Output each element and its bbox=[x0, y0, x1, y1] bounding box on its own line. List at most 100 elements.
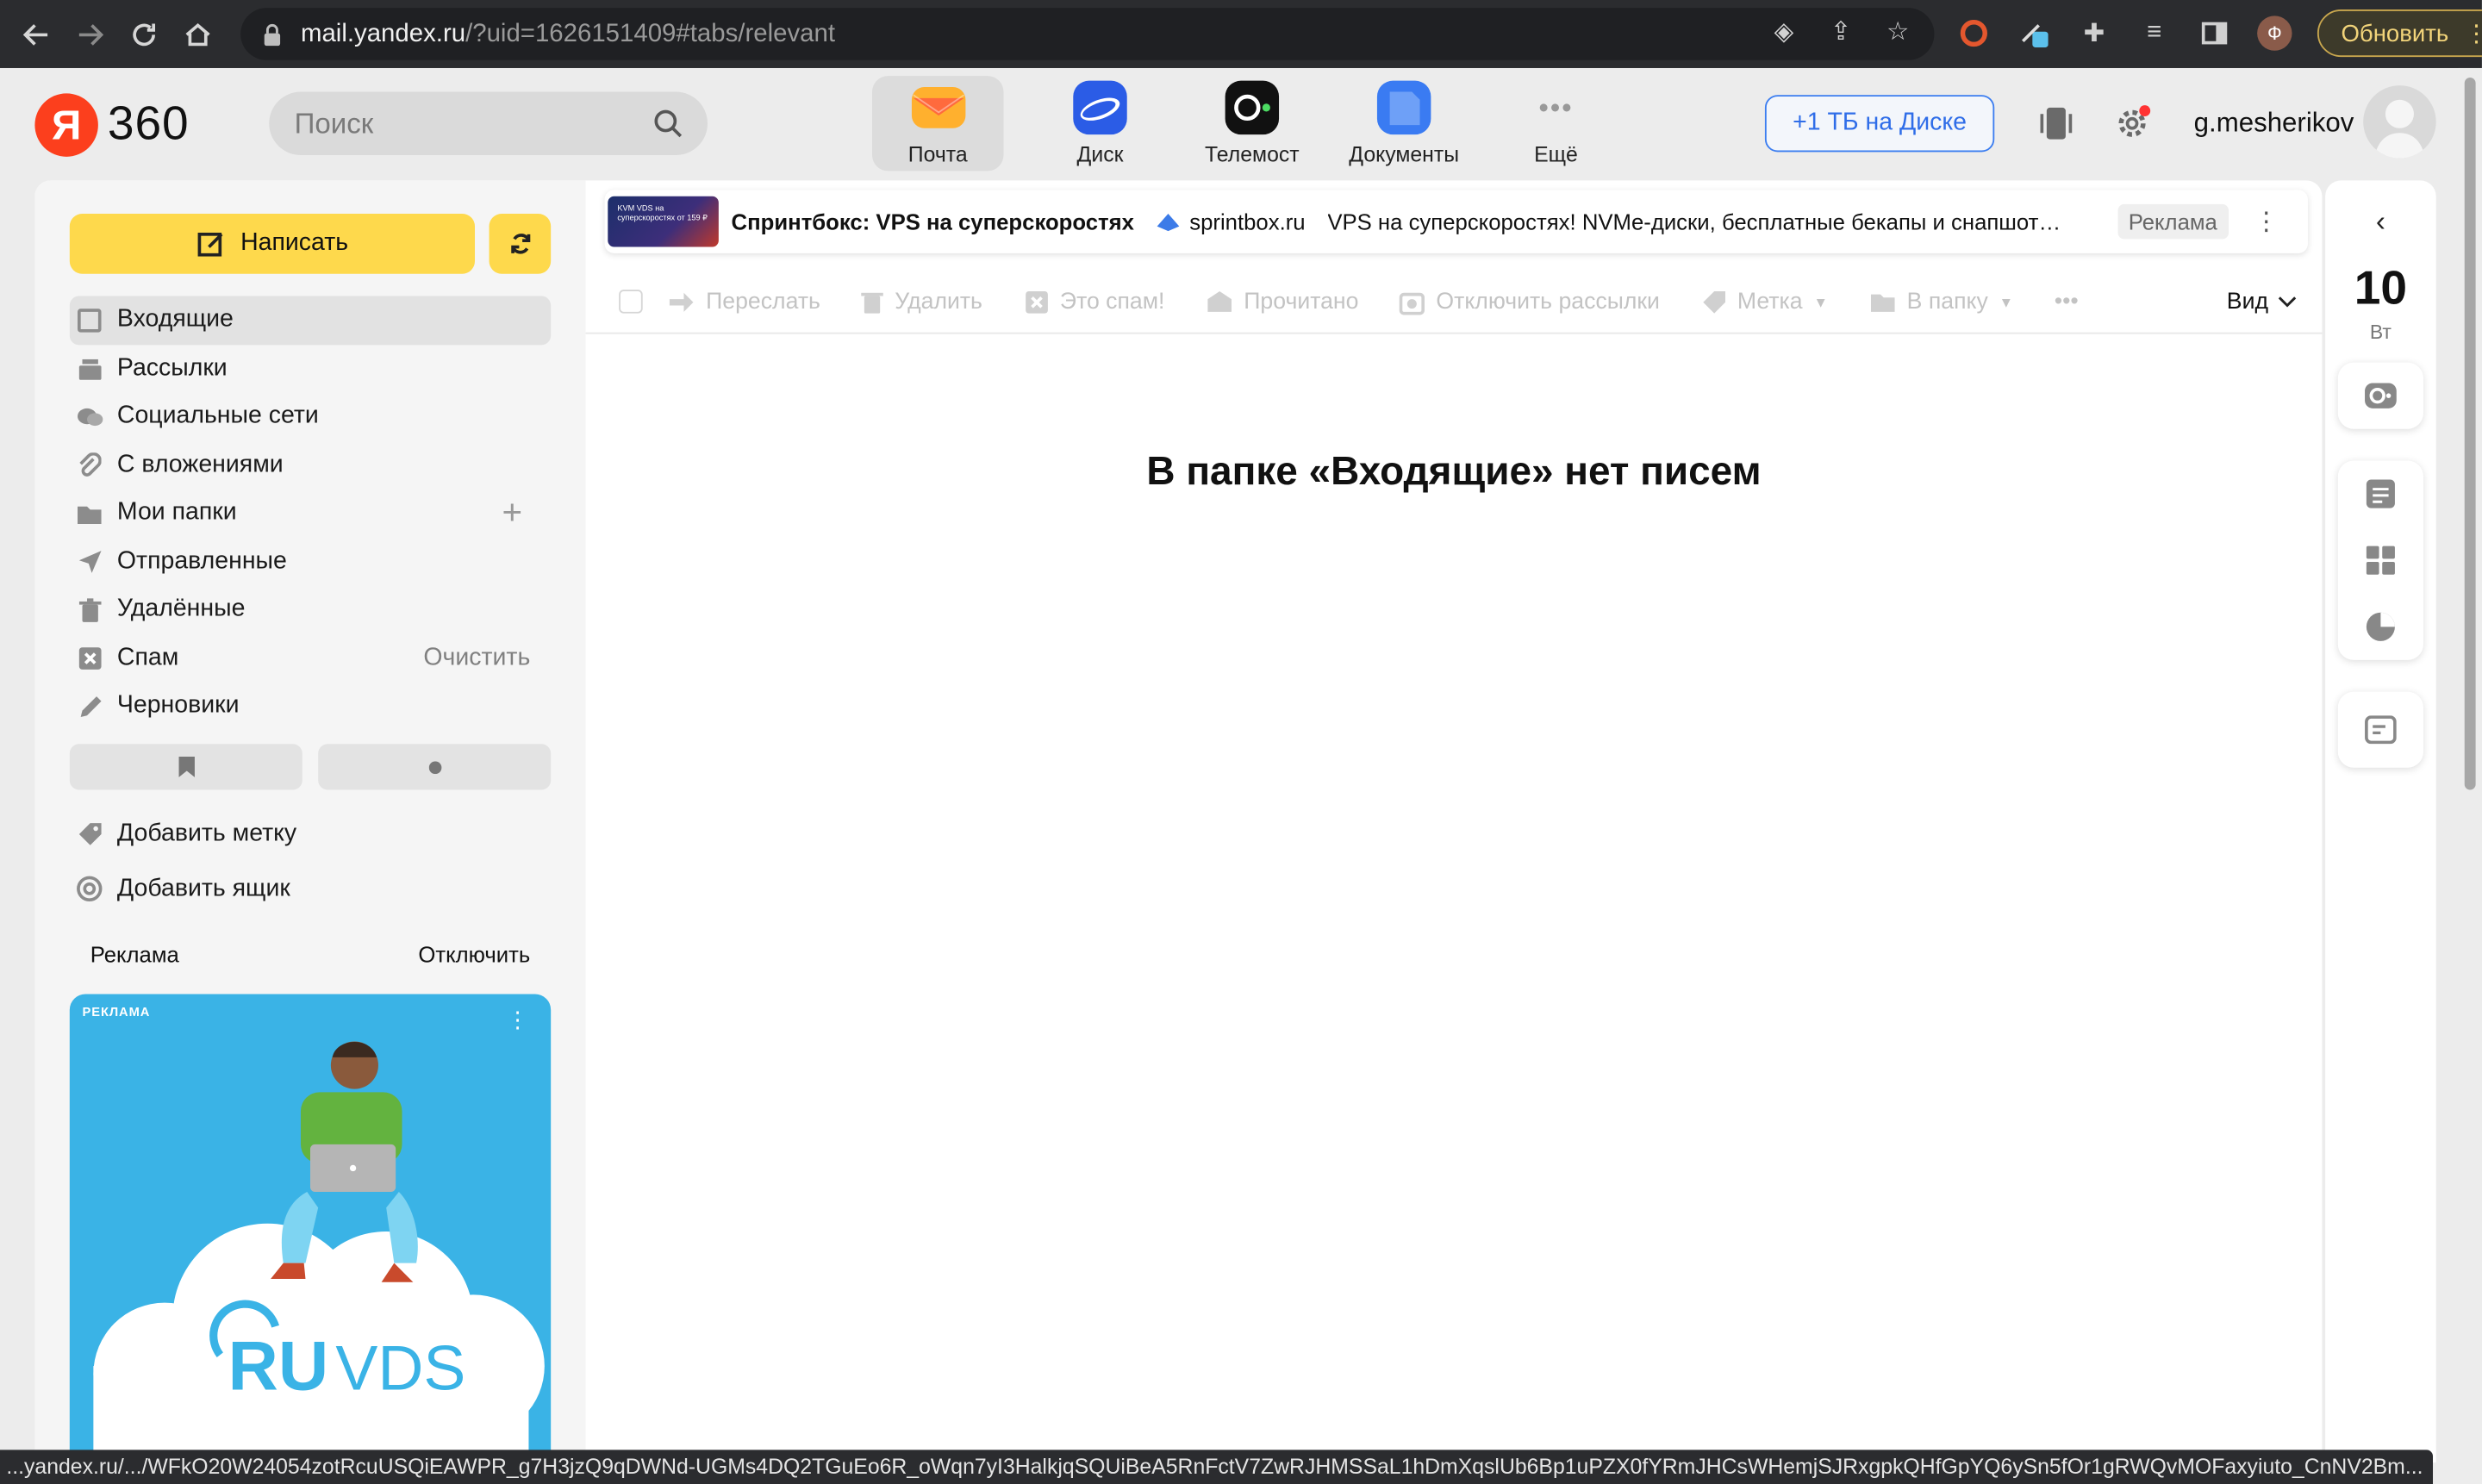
services-nav: Почта Диск Телемост Документы ••• Ещё bbox=[872, 76, 1632, 171]
service-disk[interactable]: Диск bbox=[1024, 76, 1176, 171]
app-root: mail.yandex.ru/?uid=1626151409#tabs/rele… bbox=[0, 0, 2482, 1484]
telemost-rail-icon[interactable] bbox=[2338, 363, 2423, 429]
service-telemost[interactable]: Телемост bbox=[1176, 76, 1328, 171]
delete-button[interactable]: Удалить bbox=[861, 289, 982, 315]
label-dropdown[interactable]: Метка ▼ bbox=[1701, 289, 1828, 315]
service-label: Ещё bbox=[1534, 142, 1578, 166]
top-ad-banner[interactable]: KVM VDS на суперскоростях от 159 ₽ Сприн… bbox=[604, 190, 2308, 253]
clear-spam-link[interactable]: Очистить bbox=[423, 644, 530, 672]
page-scrollbar[interactable] bbox=[2458, 67, 2482, 1463]
share-icon[interactable]: ⇪ bbox=[1827, 19, 1855, 47]
extension-pen-icon[interactable] bbox=[2017, 16, 2051, 50]
update-browser-button[interactable]: Обновить ⋮ bbox=[2317, 9, 2482, 58]
toolbar-label: Метка bbox=[1737, 289, 1803, 315]
pencil-icon bbox=[76, 693, 103, 720]
at-icon bbox=[76, 876, 103, 902]
refresh-icon bbox=[510, 234, 530, 254]
ad-banner-menu-icon[interactable]: ⋮ bbox=[2254, 206, 2279, 238]
scrollbar-thumb[interactable] bbox=[2464, 77, 2476, 790]
media-control-icon[interactable]: ≡ bbox=[2137, 16, 2172, 50]
folder-trash[interactable]: Удалённые bbox=[70, 586, 551, 634]
mail-envelope-icon bbox=[911, 87, 965, 128]
move-to-folder-dropdown[interactable]: В папку ▼ bbox=[1869, 289, 2014, 315]
toolbar-label: Отключить рассылки bbox=[1436, 289, 1660, 315]
spam-button[interactable]: Это спам! bbox=[1024, 289, 1164, 315]
bookmark-star-icon[interactable]: ☆ bbox=[1884, 19, 1912, 47]
collapse-rail-icon[interactable]: ‹ bbox=[2359, 199, 2403, 243]
add-folder-icon[interactable]: + bbox=[502, 492, 522, 533]
caret-down-icon: ▼ bbox=[1999, 293, 2014, 310]
sent-icon bbox=[76, 548, 103, 575]
unread-dot-icon bbox=[427, 760, 441, 774]
refresh-button[interactable] bbox=[489, 213, 552, 274]
home-icon[interactable] bbox=[171, 7, 224, 60]
forward-icon[interactable] bbox=[63, 7, 116, 60]
service-label: Почта bbox=[907, 142, 968, 166]
compose-label: Написать bbox=[240, 229, 349, 257]
add-mailbox-link[interactable]: Добавить ящик bbox=[70, 861, 551, 916]
extensions-puzzle-icon[interactable]: ✚ bbox=[2077, 16, 2111, 50]
more-actions-button[interactable]: ••• bbox=[2055, 289, 2079, 314]
editor-rail-icon[interactable] bbox=[2338, 692, 2423, 768]
service-documents[interactable]: Документы bbox=[1328, 76, 1480, 171]
ad-menu-icon[interactable]: ⋮ bbox=[507, 1007, 529, 1033]
svg-text:VDS: VDS bbox=[335, 1332, 465, 1404]
back-icon[interactable] bbox=[9, 7, 63, 60]
address-bar[interactable]: mail.yandex.ru/?uid=1626151409#tabs/rele… bbox=[240, 8, 1935, 60]
widgets-rail-icon[interactable] bbox=[2338, 527, 2423, 594]
rail-telemost-card bbox=[2337, 362, 2423, 429]
bookmark-icon bbox=[178, 756, 194, 777]
folder-newsletters[interactable]: Рассылки bbox=[70, 344, 551, 392]
disk-promo-button[interactable]: +1 ТБ на Диске bbox=[1764, 95, 1995, 153]
folder-label: Рассылки bbox=[116, 353, 228, 382]
folder-label: С вложениями bbox=[116, 451, 284, 478]
search-icon[interactable] bbox=[654, 109, 683, 138]
view-dropdown[interactable]: Вид bbox=[2227, 289, 2297, 315]
compose-button[interactable]: Написать bbox=[69, 213, 476, 274]
label-icon bbox=[1702, 290, 1725, 313]
folder-spam[interactable]: Спам Очистить bbox=[70, 634, 551, 683]
eye-icon[interactable]: ◈ bbox=[1769, 19, 1798, 47]
yandex-360-logo[interactable]: Я 360 bbox=[34, 93, 190, 157]
mark-read-button[interactable]: Прочитано bbox=[1206, 289, 1358, 315]
settings-gear-icon[interactable] bbox=[2111, 103, 2153, 144]
folder-drafts[interactable]: Черновики bbox=[70, 683, 551, 731]
forward-button[interactable]: Переслать bbox=[668, 289, 820, 315]
folder-my-folders[interactable]: Мои папки + bbox=[70, 489, 551, 538]
service-mail[interactable]: Почта bbox=[872, 76, 1004, 171]
sidebar-extra: Добавить метку Добавить ящик bbox=[70, 806, 551, 917]
reload-icon[interactable] bbox=[117, 7, 171, 60]
chevron-down-icon bbox=[2278, 296, 2297, 307]
folder-attachments[interactable]: С вложениями bbox=[70, 441, 551, 489]
unread-filter-button[interactable] bbox=[318, 744, 552, 790]
read-icon bbox=[1207, 290, 1232, 312]
profile-avatar[interactable]: Ф bbox=[2257, 16, 2292, 51]
search-input[interactable]: Поиск bbox=[269, 91, 708, 155]
unsubscribe-button[interactable]: Отключить рассылки bbox=[1400, 289, 1660, 315]
ad-card[interactable]: РЕКЛАМА ⋮ RU VDS bbox=[69, 994, 552, 1463]
ad-banner-description: VPS на суперскоростях! NVMe-диски, беспл… bbox=[1327, 209, 2061, 234]
calendar-day[interactable]: 10 bbox=[2325, 263, 2436, 316]
caret-down-icon: ▼ bbox=[1813, 293, 1828, 310]
devices-icon[interactable] bbox=[2036, 103, 2077, 144]
username[interactable]: g.mesherikov bbox=[2194, 108, 2354, 140]
ad-disable-link[interactable]: Отключить bbox=[418, 942, 530, 967]
extension-circle-icon[interactable] bbox=[1956, 16, 1991, 50]
toolbar-label: В папку bbox=[1906, 289, 1988, 315]
folder-social[interactable]: Социальные сети bbox=[70, 393, 551, 441]
add-label-link[interactable]: Добавить метку bbox=[70, 806, 551, 861]
update-label: Обновить bbox=[2341, 19, 2449, 47]
ad-thumbnail: KVM VDS на суперскоростях от 159 ₽ bbox=[608, 196, 719, 247]
select-all-checkbox[interactable] bbox=[619, 290, 643, 314]
logo-text: 360 bbox=[107, 97, 190, 151]
url-path: /?uid=1626151409#tabs/relevant bbox=[465, 19, 836, 47]
user-avatar[interactable] bbox=[2363, 85, 2436, 159]
ad-banner-site[interactable]: sprintbox.ru bbox=[1157, 209, 1306, 234]
notes-rail-icon[interactable] bbox=[2338, 460, 2423, 527]
pie-chart-rail-icon[interactable] bbox=[2338, 594, 2423, 660]
service-more[interactable]: ••• Ещё bbox=[1480, 76, 1631, 171]
folder-sent[interactable]: Отправленные bbox=[70, 538, 551, 586]
side-panel-icon[interactable] bbox=[2197, 16, 2231, 50]
bookmarked-filter-button[interactable] bbox=[69, 744, 302, 790]
folder-inbox[interactable]: Входящие bbox=[69, 296, 552, 345]
